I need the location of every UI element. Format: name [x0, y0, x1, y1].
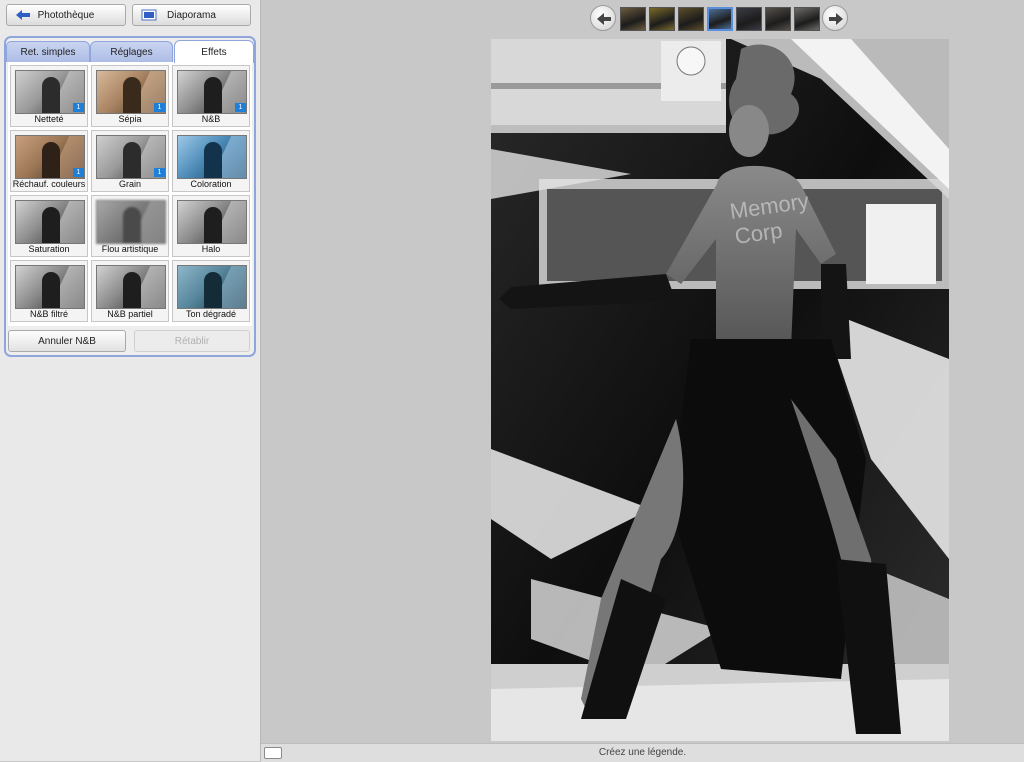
applied-badge: 1: [154, 103, 165, 112]
back-arrow-icon: [16, 10, 30, 20]
tab-label: Ret. simples: [20, 46, 76, 58]
phototheque-label: Photothèque: [37, 9, 95, 21]
phototheque-button[interactable]: Photothèque: [6, 4, 126, 26]
tab-reglages[interactable]: Réglages: [90, 41, 173, 62]
diaporama-label: Diaporama: [167, 9, 216, 21]
filmstrip-thumbnail[interactable]: [794, 7, 820, 31]
effect-3[interactable]: 1 Réchauf. couleurs: [10, 130, 88, 192]
tab-bar: Ret. simples Réglages Effets: [6, 38, 254, 63]
effect-label: Coloration: [190, 179, 232, 189]
redo-label: Rétablir: [174, 335, 210, 347]
effect-label: Sépia: [118, 114, 142, 124]
effect-1[interactable]: 1 Sépia: [91, 65, 169, 127]
effect-thumbnail: [177, 265, 247, 309]
main-photo: Memory Corp: [491, 39, 949, 741]
effect-label: N&B partiel: [107, 309, 153, 319]
filmstrip-thumbnail[interactable]: [707, 7, 733, 31]
effect-11[interactable]: Ton dégradé: [172, 260, 250, 322]
effect-8[interactable]: Halo: [172, 195, 250, 257]
filmstrip-thumbnail[interactable]: [620, 7, 646, 31]
left-panel: Photothèque Diaporama Ret. simples Régla…: [0, 0, 261, 761]
effect-label: Saturation: [28, 244, 70, 254]
effect-label: Halo: [201, 244, 221, 254]
effect-10[interactable]: N&B partiel: [91, 260, 169, 322]
effect-2[interactable]: 1 N&B: [172, 65, 250, 127]
effect-thumbnail: [15, 265, 85, 309]
left-arrow-icon: [597, 13, 611, 25]
filmstrip-thumbnail[interactable]: [649, 7, 675, 31]
filmstrip-thumbnail[interactable]: [678, 7, 704, 31]
previous-photo-button[interactable]: [590, 5, 616, 31]
effect-5[interactable]: Coloration: [172, 130, 250, 192]
tab-label: Effets: [201, 46, 227, 58]
bw-photo-figure: Memory Corp: [491, 39, 949, 741]
effects-panel: Ret. simples Réglages Effets 1 Netteté 1 Sé…: [4, 36, 256, 357]
applied-badge: 1: [73, 168, 84, 177]
right-arrow-icon: [829, 13, 843, 25]
tab-effets[interactable]: Effets: [174, 40, 254, 63]
slideshow-icon: [141, 9, 157, 21]
redo-button[interactable]: Rétablir: [134, 330, 250, 352]
next-photo-button[interactable]: [822, 5, 848, 31]
applied-badge: 1: [73, 103, 84, 112]
caption-bar: Créez une légende.: [261, 743, 1024, 762]
effect-label: Réchauf. couleurs: [12, 179, 86, 189]
effect-label: Grain: [118, 179, 141, 189]
effects-grid: 1 Netteté 1 Sépia 1 N&B 1 Réchauf. couleurs 1 Gra…: [8, 62, 252, 326]
effect-4[interactable]: 1 Grain: [91, 130, 169, 192]
undo-button[interactable]: Annuler N&B: [8, 330, 126, 352]
effect-9[interactable]: N&B filtré: [10, 260, 88, 322]
effect-label: Flou artistique: [101, 244, 159, 254]
effect-thumbnail: [96, 265, 166, 309]
filmstrip-thumbnail[interactable]: [736, 7, 762, 31]
undo-label: Annuler N&B: [38, 335, 96, 347]
effect-thumbnail: [177, 135, 247, 179]
tab-ret-simples[interactable]: Ret. simples: [6, 41, 90, 62]
effect-thumbnail: [96, 200, 166, 244]
applied-badge: 1: [235, 103, 246, 112]
effect-0[interactable]: 1 Netteté: [10, 65, 88, 127]
tab-label: Réglages: [110, 46, 153, 58]
applied-badge: 1: [154, 168, 165, 177]
filmstrip-thumbnail[interactable]: [765, 7, 791, 31]
diaporama-button[interactable]: Diaporama: [132, 4, 251, 26]
effect-7[interactable]: Flou artistique: [91, 195, 169, 257]
filmstrip: [590, 4, 852, 34]
effect-6[interactable]: Saturation: [10, 195, 88, 257]
effect-label: N&B filtré: [29, 309, 68, 319]
effect-label: N&B: [201, 114, 221, 124]
effect-thumbnail: [15, 200, 85, 244]
effect-label: Netteté: [34, 114, 64, 124]
caption-input[interactable]: Créez une légende.: [261, 747, 1024, 758]
effect-label: Ton dégradé: [185, 309, 237, 319]
effect-thumbnail: [177, 200, 247, 244]
